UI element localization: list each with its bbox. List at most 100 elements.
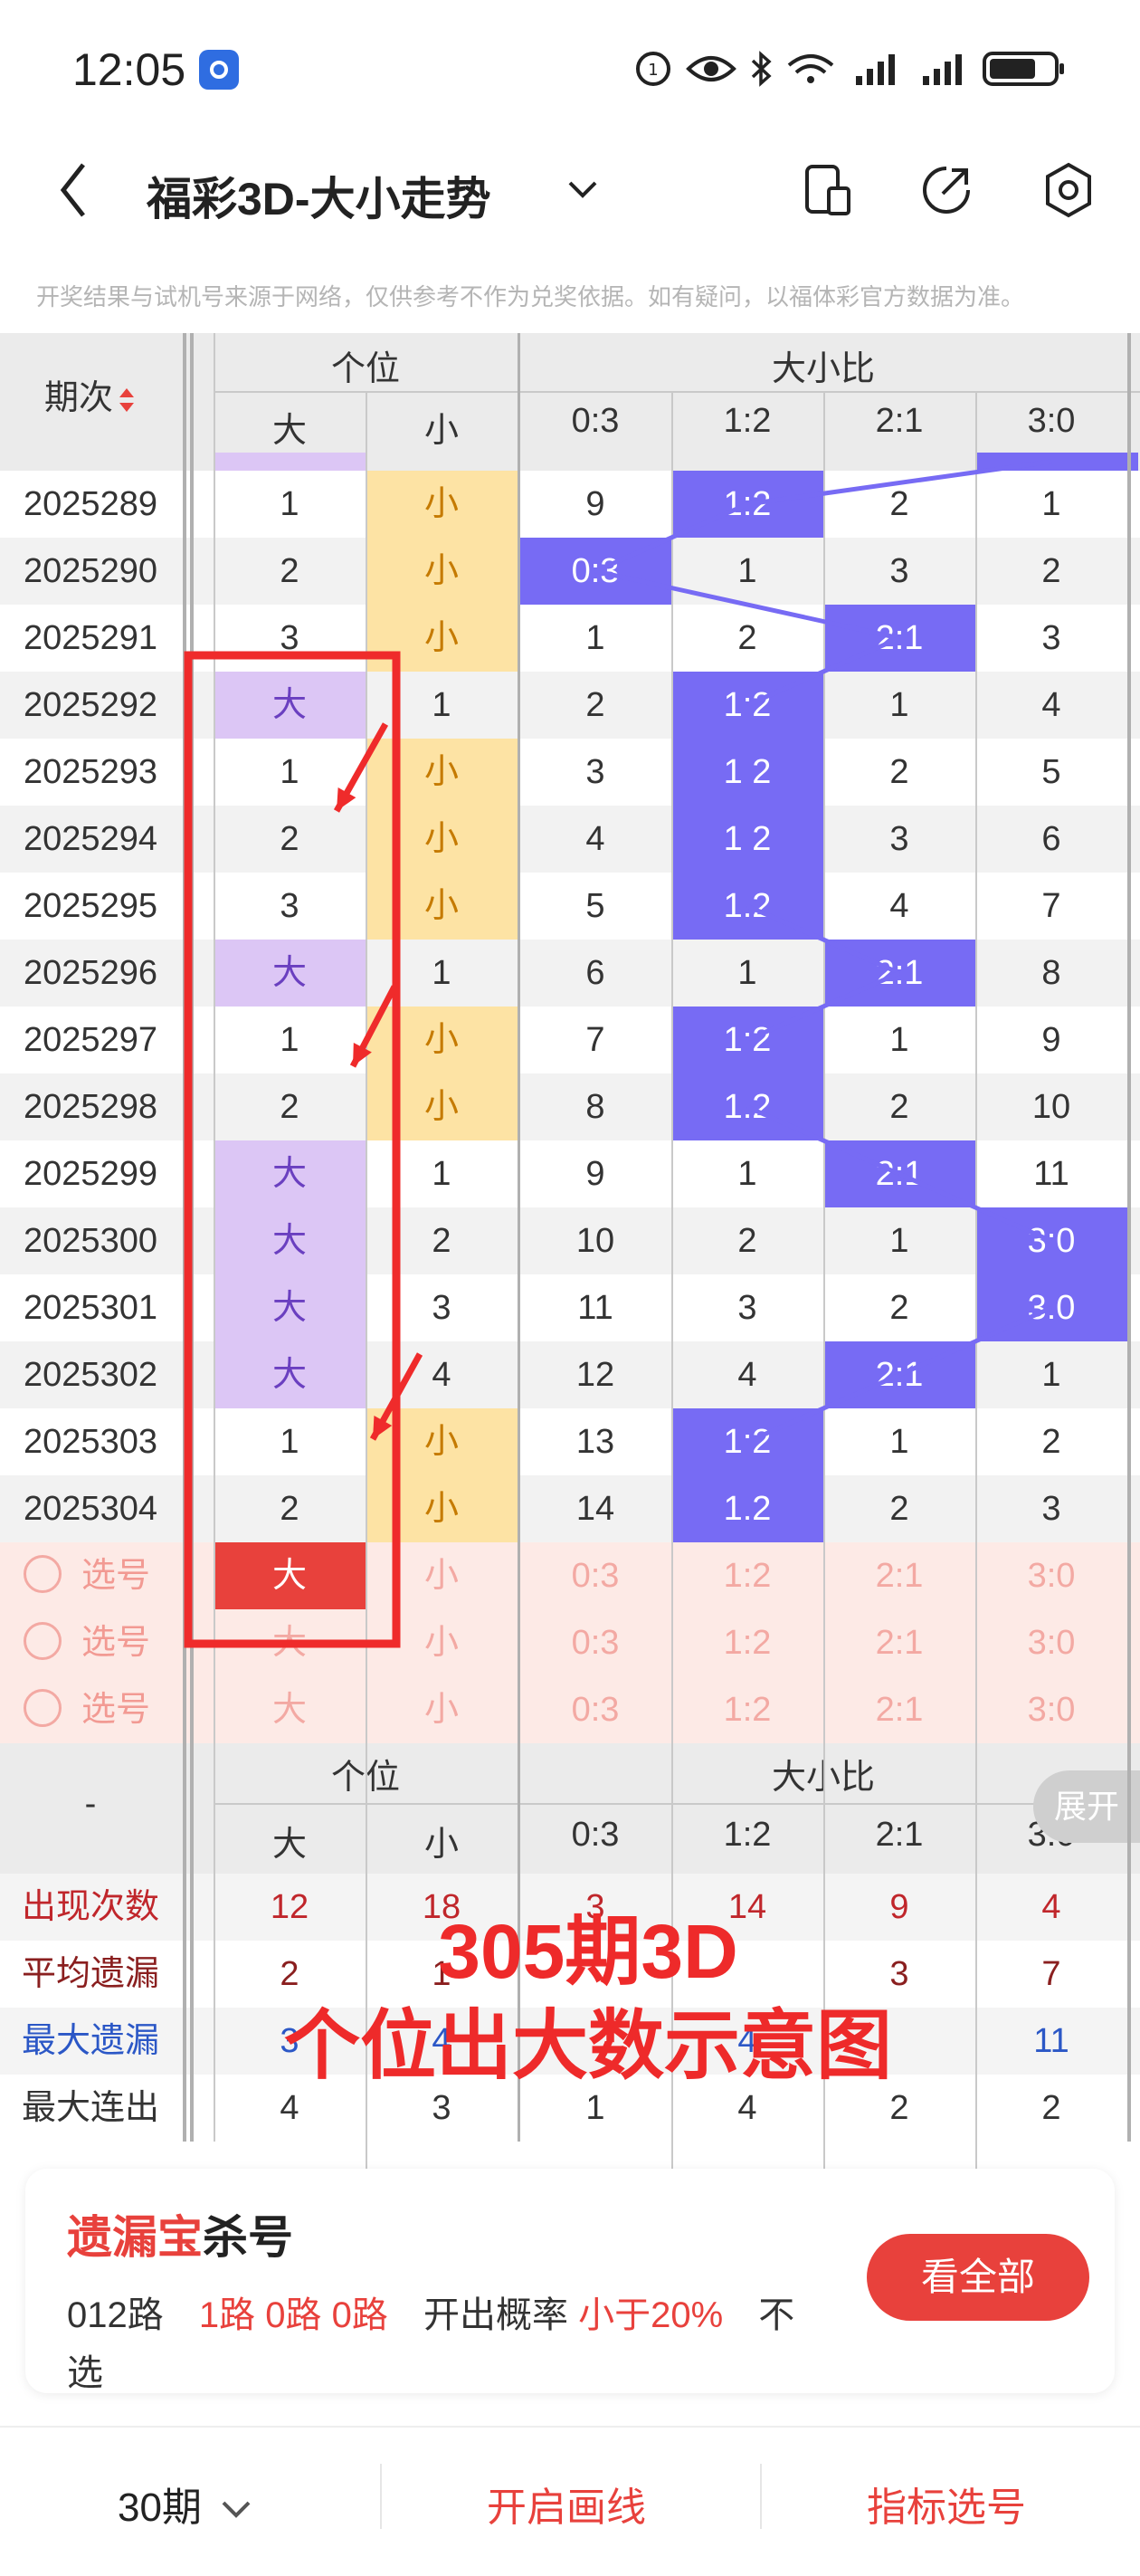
trend-cell[interactable]: 9 <box>975 1007 1127 1073</box>
trend-cell[interactable]: 1 <box>366 1140 518 1207</box>
trend-cell[interactable]: 4 <box>366 1341 518 1408</box>
trend-cell[interactable]: 3 <box>823 538 975 605</box>
trend-cell[interactable]: 4 <box>823 873 975 940</box>
trend-cell[interactable]: 1:2 <box>671 471 823 538</box>
trend-cell[interactable]: 1 <box>823 1007 975 1073</box>
trend-cell[interactable]: 3 <box>366 1274 518 1341</box>
select-cell[interactable]: 3:0 <box>975 1542 1127 1609</box>
back-arrow-icon[interactable] <box>52 154 92 226</box>
trend-cell[interactable]: 1 <box>214 1007 366 1073</box>
trend-cell[interactable]: 2 <box>671 1207 823 1274</box>
trend-cell[interactable]: 1 <box>519 605 671 672</box>
trend-cell[interactable]: 1 <box>671 1140 823 1207</box>
settings-icon[interactable] <box>1040 161 1097 219</box>
trend-cell[interactable]: 1:2 <box>671 672 823 739</box>
trend-cell[interactable]: 1:2 <box>671 1475 823 1542</box>
trend-cell[interactable]: 2:1 <box>823 940 975 1007</box>
trend-cell[interactable]: 8 <box>975 940 1127 1007</box>
select-cell[interactable]: 3:0 <box>975 1609 1127 1676</box>
trend-cell[interactable]: 5 <box>975 739 1127 806</box>
select-radio[interactable] <box>24 1689 62 1727</box>
trend-cell[interactable]: 11 <box>975 1140 1127 1207</box>
trend-cell[interactable]: 1:2 <box>671 1007 823 1073</box>
trend-cell[interactable]: 1:2 <box>671 1408 823 1475</box>
trend-cell[interactable]: 3 <box>214 605 366 672</box>
chevron-down-icon[interactable] <box>565 176 601 203</box>
trend-cell[interactable]: 小 <box>366 605 518 672</box>
select-cell[interactable]: 小 <box>366 1542 518 1609</box>
trend-cell[interactable]: 1:2 <box>671 806 823 873</box>
trend-cell[interactable]: 2 <box>671 605 823 672</box>
select-cell[interactable]: 2:1 <box>823 1676 975 1743</box>
trend-cell[interactable]: 4 <box>519 806 671 873</box>
trend-cell[interactable]: 4 <box>671 1341 823 1408</box>
trend-cell[interactable]: 13 <box>519 1408 671 1475</box>
trend-cell[interactable]: 1 <box>671 538 823 605</box>
trend-cell[interactable]: 大 <box>214 940 366 1007</box>
trend-cell[interactable]: 3:0 <box>975 1274 1127 1341</box>
trend-cell[interactable]: 小 <box>366 873 518 940</box>
expand-button[interactable]: 展开 <box>1033 1770 1140 1843</box>
trend-cell[interactable]: 2:1 <box>823 1140 975 1207</box>
trend-cell[interactable]: 8 <box>519 1073 671 1140</box>
select-cell[interactable]: 2:1 <box>823 1609 975 1676</box>
trend-cell[interactable]: 3:0 <box>975 1207 1127 1274</box>
view-all-button[interactable]: 看全部 <box>867 2234 1089 2321</box>
select-cell[interactable]: 大 <box>214 1542 366 1609</box>
trend-cell[interactable]: 3 <box>214 873 366 940</box>
trend-cell[interactable]: 1 <box>975 1341 1127 1408</box>
page-title[interactable]: 福彩3D-大小走势 <box>147 163 491 228</box>
trend-cell[interactable]: 2:1 <box>823 605 975 672</box>
trend-cell[interactable]: 2 <box>214 538 366 605</box>
trend-cell[interactable]: 2 <box>823 1475 975 1542</box>
trend-cell[interactable]: 1 <box>823 672 975 739</box>
trend-cell[interactable]: 小 <box>366 1408 518 1475</box>
trend-cell[interactable]: 3 <box>519 739 671 806</box>
trend-cell[interactable]: 3 <box>671 1274 823 1341</box>
indicator-select-button[interactable]: 指标选号 <box>867 2475 1026 2533</box>
select-cell[interactable]: 大 <box>214 1676 366 1743</box>
trend-cell[interactable]: 小 <box>366 1475 518 1542</box>
trend-cell[interactable]: 10 <box>975 1073 1127 1140</box>
select-radio[interactable] <box>24 1555 62 1593</box>
trend-cell[interactable]: 小 <box>366 806 518 873</box>
trend-cell[interactable]: 2 <box>214 1073 366 1140</box>
trend-cell[interactable]: 7 <box>519 1007 671 1073</box>
trend-cell[interactable]: 1 <box>214 739 366 806</box>
trend-cell[interactable]: 2 <box>366 1207 518 1274</box>
trend-cell[interactable]: 0:3 <box>519 538 671 605</box>
trend-cell[interactable]: 5 <box>519 873 671 940</box>
select-cell[interactable]: 大 <box>214 1609 366 1676</box>
trend-cell[interactable]: 1 <box>214 1408 366 1475</box>
trend-cell[interactable]: 小 <box>366 471 518 538</box>
trend-cell[interactable]: 1 <box>366 940 518 1007</box>
trend-cell[interactable]: 1 <box>214 471 366 538</box>
trend-cell[interactable]: 3 <box>975 605 1127 672</box>
trend-cell[interactable]: 11 <box>519 1274 671 1341</box>
trend-cell[interactable]: 2 <box>823 1073 975 1140</box>
trend-cell[interactable]: 2 <box>823 1274 975 1341</box>
trend-cell[interactable]: 大 <box>214 1341 366 1408</box>
trend-cell[interactable]: 1 <box>975 471 1127 538</box>
draw-lines-button[interactable]: 开启画线 <box>487 2475 646 2533</box>
trend-cell[interactable]: 4 <box>975 672 1127 739</box>
trend-cell[interactable]: 2 <box>823 471 975 538</box>
trend-cell[interactable]: 大 <box>214 672 366 739</box>
issue-header[interactable]: 期次 <box>0 369 181 419</box>
trend-cell[interactable]: 10 <box>519 1207 671 1274</box>
trend-cell[interactable]: 2:1 <box>823 1341 975 1408</box>
trend-cell[interactable]: 9 <box>519 471 671 538</box>
trend-cell[interactable]: 大 <box>214 1207 366 1274</box>
trend-cell[interactable]: 7 <box>975 873 1127 940</box>
trend-cell[interactable]: 2 <box>975 1408 1127 1475</box>
trend-cell[interactable]: 3 <box>975 1475 1127 1542</box>
trend-cell[interactable]: 12 <box>519 1341 671 1408</box>
select-cell[interactable]: 0:3 <box>519 1609 671 1676</box>
trend-cell[interactable]: 1 <box>823 1207 975 1274</box>
trend-cell[interactable]: 1:2 <box>671 739 823 806</box>
select-cell[interactable]: 1:2 <box>671 1676 823 1743</box>
trend-cell[interactable]: 大 <box>214 1140 366 1207</box>
trend-cell[interactable]: 小 <box>366 739 518 806</box>
trend-cell[interactable]: 1 <box>366 672 518 739</box>
select-radio[interactable] <box>24 1622 62 1660</box>
